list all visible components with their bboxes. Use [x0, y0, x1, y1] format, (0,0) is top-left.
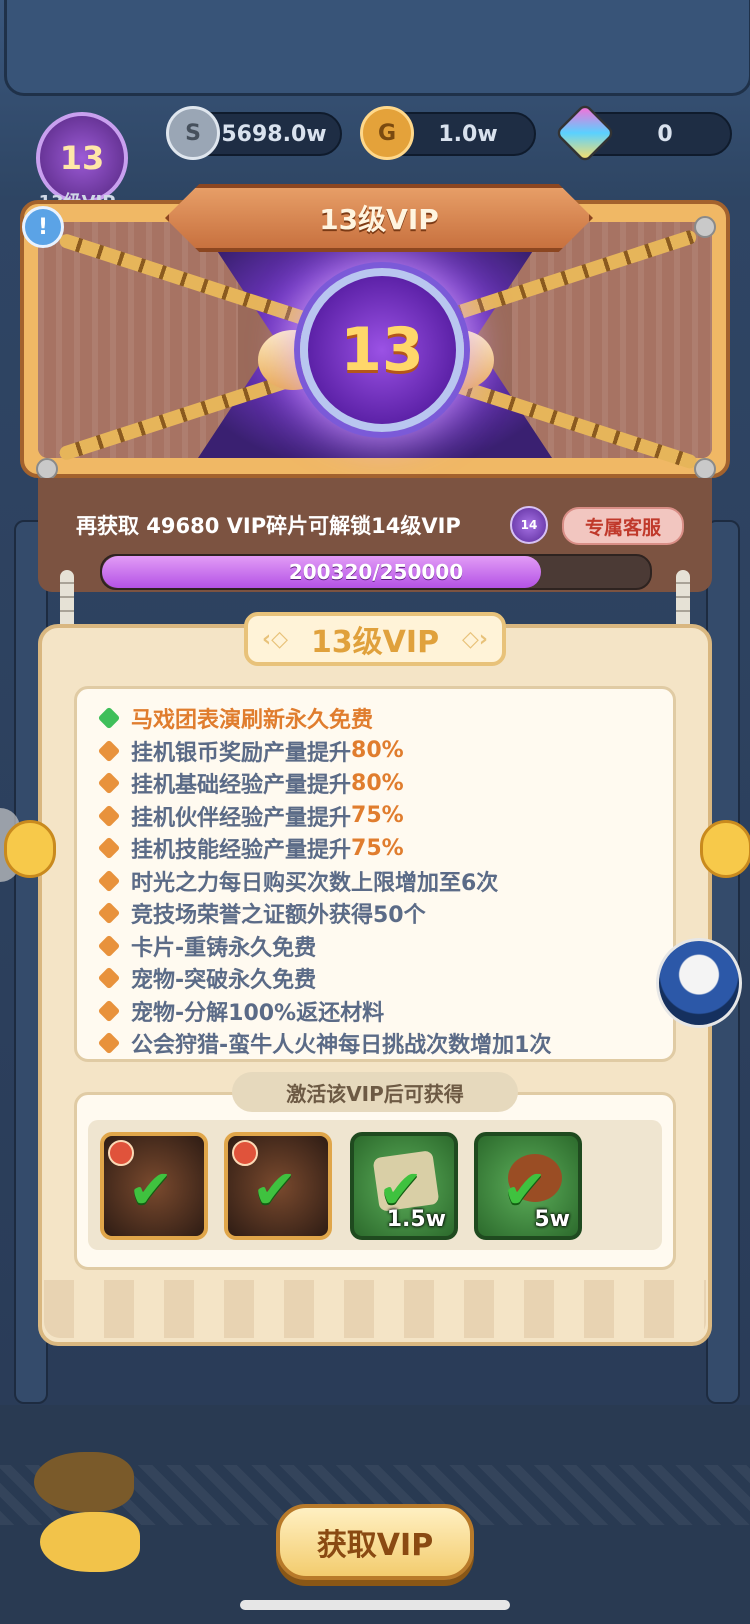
- diamond-bullet-icon: [97, 999, 121, 1022]
- benefit-item: 公会狩猎-蛮牛人火神每日挑战次数增加1次: [97, 1028, 552, 1058]
- benefits-list[interactable]: 马戏团表演刷新永久免费 挂机银币奖励产量提升 80% 挂机基础经验产量提升 80% 挂机伙…: [74, 686, 676, 1062]
- diamond-bullet-icon: [97, 1031, 121, 1055]
- benefit-item: 宠物-突破永久免费: [97, 963, 317, 993]
- fishbone-icon: [34, 1452, 134, 1512]
- fishbone-icon[interactable]: [40, 1512, 140, 1572]
- reward-hero-2[interactable]: ✔: [224, 1132, 332, 1240]
- silver-coin-icon: S: [166, 106, 220, 160]
- gold-coin-icon: G: [360, 106, 414, 160]
- title-deco-right-icon: ◇›: [462, 626, 488, 652]
- silver-amount: 5698.0w: [221, 121, 327, 147]
- benefit-item: 挂机银币奖励产量提升 80%: [97, 736, 404, 766]
- prev-vip-arrow-icon[interactable]: [4, 820, 56, 878]
- benefit-text: 挂机技能经验产量提升: [131, 838, 352, 863]
- rewards-header-text: 激活该VIP后可获得: [286, 1081, 464, 1106]
- benefit-text: 时光之力每日购买次数上限增加至6次: [131, 870, 499, 896]
- benefit-text: 挂机基础经验产量提升: [131, 773, 352, 798]
- screw-icon: [694, 458, 716, 480]
- benefit-item: 马戏团表演刷新永久免费: [97, 703, 374, 733]
- character-avatar[interactable]: [656, 938, 742, 1028]
- vip-progress-bar: 200320/250000: [100, 554, 652, 590]
- reward-meat[interactable]: ✔ 5w: [474, 1132, 582, 1240]
- diamond-bullet-icon: [97, 706, 121, 730]
- screw-icon: [36, 458, 58, 480]
- benefit-text: 宠物-突破永久免费: [131, 968, 317, 993]
- diamond-bullet-icon: [97, 901, 121, 925]
- medal-level-number: 13: [340, 315, 424, 385]
- exclusive-service-button[interactable]: 专属客服: [562, 507, 684, 545]
- diamond-bullet-icon: [97, 739, 121, 762]
- scroll-bottom-decoration: [44, 1280, 706, 1338]
- title-deco-left-icon: ‹◇: [262, 626, 288, 652]
- benefit-highlight: 75%: [351, 835, 404, 861]
- benefit-item: 挂机技能经验产量提升 75%: [97, 833, 404, 863]
- benefit-text: 卡片-重铸永久免费: [131, 935, 317, 961]
- benefit-text: 宠物-分解100%返还材料: [131, 1000, 385, 1026]
- diamond-bullet-icon: [97, 934, 121, 957]
- checkmark-icon: ✔: [128, 1158, 174, 1221]
- diamond-bullet-icon: [97, 771, 121, 795]
- home-indicator[interactable]: [240, 1600, 510, 1610]
- benefit-item: 竞技场荣誉之证额外获得50个: [97, 898, 426, 928]
- benefit-highlight: 75%: [351, 803, 404, 828]
- benefit-text: 马戏团表演刷新永久免费: [131, 708, 374, 733]
- screw-icon: [694, 216, 716, 238]
- benefit-item: 挂机伙伴经验产量提升 75%: [97, 801, 404, 831]
- vip-medal: 13: [300, 268, 464, 432]
- diamond-bullet-icon: [97, 869, 121, 892]
- top-panel: [4, 0, 750, 96]
- get-vip-button[interactable]: 获取VIP: [276, 1504, 474, 1580]
- reward-hero-1[interactable]: ✔: [100, 1132, 208, 1240]
- checkmark-icon: ✔: [252, 1158, 298, 1221]
- benefit-text: 竞技场荣誉之证额外获得50个: [131, 903, 426, 928]
- benefit-highlight: 80%: [351, 770, 404, 796]
- gold-amount: 1.0w: [438, 121, 498, 147]
- benefit-item: 卡片-重铸永久免费: [97, 931, 317, 961]
- info-icon[interactable]: !: [22, 206, 64, 248]
- vip-progress-text: 200320/250000: [288, 560, 464, 584]
- card-title-plate: 13级VIP: [165, 184, 593, 252]
- rewards-header: 激活该VIP后可获得: [232, 1072, 518, 1112]
- next-vip-level-icon: 14: [510, 506, 548, 544]
- benefit-text: 挂机银币奖励产量提升: [131, 740, 352, 766]
- benefit-item: 宠物-分解100%返还材料: [97, 996, 385, 1026]
- diamond-bullet-icon: [97, 836, 121, 860]
- reward-quantity: 5w: [534, 1207, 570, 1232]
- reward-quantity: 1.5w: [386, 1207, 446, 1232]
- next-vip-arrow-icon[interactable]: [700, 820, 750, 878]
- benefit-item: 时光之力每日购买次数上限增加至6次: [97, 866, 499, 896]
- gem-amount: 0: [657, 121, 673, 147]
- benefit-highlight: 80%: [351, 738, 404, 763]
- card-title: 13级VIP: [319, 203, 439, 236]
- vip-level-number: 13: [59, 139, 105, 177]
- diamond-bullet-icon: [97, 804, 121, 827]
- benefits-title-plate: ‹◇ 13级VIP ◇›: [244, 612, 506, 666]
- benefits-title: 13级VIP: [310, 625, 440, 660]
- reward-scroll[interactable]: ✔ 1.5w: [350, 1132, 458, 1240]
- diamond-bullet-icon: [97, 966, 121, 990]
- benefit-text: 公会狩猎-蛮牛人火神每日挑战次数增加1次: [131, 1033, 552, 1058]
- benefit-item: 挂机基础经验产量提升 80%: [97, 768, 404, 798]
- unlock-requirement-text: 再获取 49680 VIP碎片可解锁14级VIP: [76, 514, 461, 538]
- get-vip-label: 获取VIP: [316, 1528, 434, 1563]
- benefit-text: 挂机伙伴经验产量提升: [131, 805, 352, 831]
